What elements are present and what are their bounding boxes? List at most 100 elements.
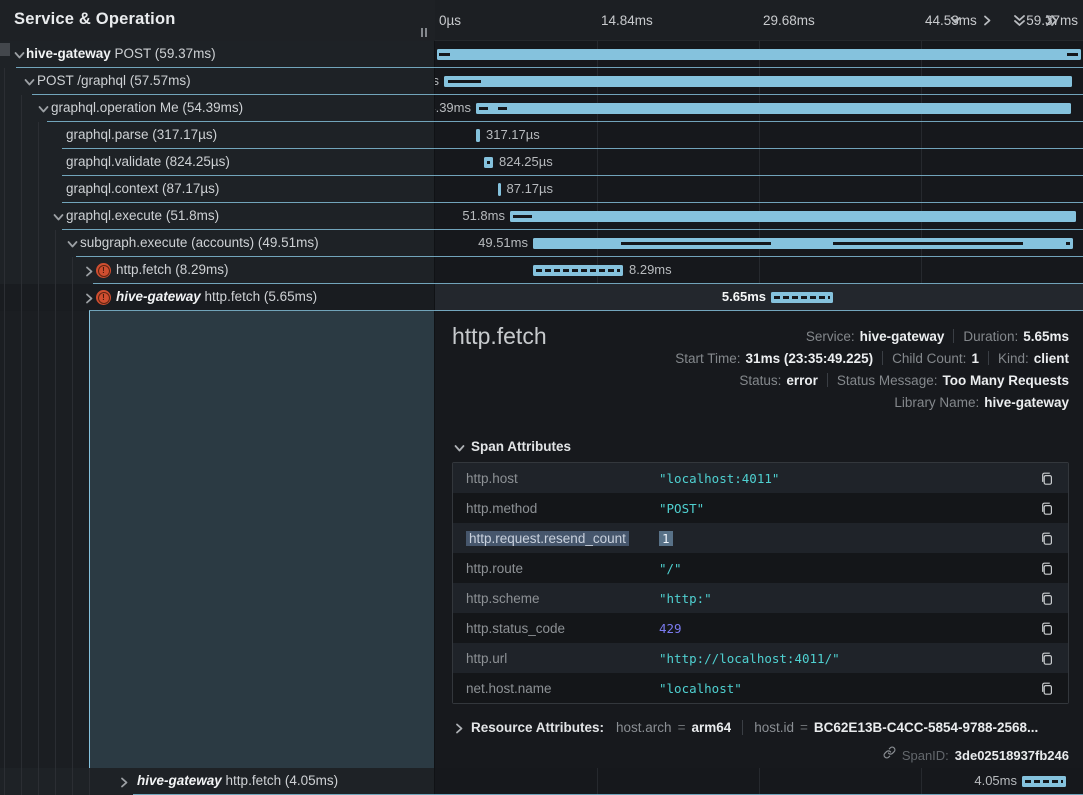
chevron-right-icon[interactable] bbox=[117, 775, 129, 787]
span-tree-row[interactable]: hive-gateway http.fetch (4.05ms) bbox=[0, 768, 434, 795]
selected-text: 1 bbox=[659, 531, 673, 546]
collapse-one-icon[interactable] bbox=[948, 13, 963, 28]
collapse-all-icon[interactable] bbox=[1012, 13, 1027, 28]
attribute-value: 429 bbox=[659, 621, 1026, 636]
span-tree-row[interactable]: graphql.execute (51.8ms) bbox=[0, 203, 434, 230]
tree-guide bbox=[4, 311, 5, 768]
span-bar[interactable] bbox=[476, 103, 1071, 114]
copy-icon[interactable] bbox=[1026, 651, 1068, 666]
attribute-row: http.route"/" bbox=[453, 553, 1068, 583]
meta-value: 31ms (23:35:49.225) bbox=[746, 351, 874, 366]
error-icon: ! bbox=[96, 263, 111, 278]
resource-attributes-label: Resource Attributes: bbox=[471, 720, 604, 735]
chevron-down-icon[interactable] bbox=[36, 102, 48, 114]
tree-guide bbox=[72, 284, 73, 311]
chevron-down-icon[interactable] bbox=[12, 48, 24, 60]
span-bar[interactable] bbox=[771, 292, 833, 303]
span-bar[interactable] bbox=[533, 265, 623, 276]
resource-key: host.id bbox=[754, 720, 794, 735]
copy-icon[interactable] bbox=[1026, 681, 1068, 696]
waterfall-row[interactable]: 824.25µs bbox=[435, 149, 1083, 176]
expand-one-icon[interactable] bbox=[980, 13, 995, 28]
span-tree-row[interactable]: graphql.context (87.17µs) bbox=[0, 176, 434, 203]
chevron-down-icon[interactable] bbox=[22, 75, 34, 87]
child-span-mark bbox=[498, 107, 507, 110]
tree-guide bbox=[21, 95, 22, 122]
span-bar[interactable] bbox=[533, 238, 1073, 249]
span-row-label: graphql.context (87.17µs) bbox=[66, 181, 432, 196]
child-span-mark bbox=[513, 215, 532, 218]
meta-label: Duration: bbox=[963, 329, 1018, 344]
copy-icon[interactable] bbox=[1026, 471, 1068, 486]
span-bar[interactable] bbox=[444, 76, 1072, 87]
copy-icon[interactable] bbox=[1026, 561, 1068, 576]
span-duration-label: 8.29ms bbox=[629, 262, 672, 277]
span-duration-label: 54.39ms bbox=[435, 100, 471, 115]
link-icon[interactable] bbox=[883, 746, 896, 764]
resource-value: BC62E13B-C4CC-5854-9788-2568... bbox=[814, 720, 1038, 735]
tree-guide bbox=[55, 257, 56, 284]
meta-separator bbox=[882, 351, 883, 365]
copy-icon[interactable] bbox=[1026, 621, 1068, 636]
panel-resize-handle[interactable] bbox=[421, 28, 431, 38]
meta-value: hive-gateway bbox=[984, 395, 1069, 410]
tree-guide bbox=[72, 768, 73, 795]
tree-guide bbox=[72, 257, 73, 284]
span-tree-row[interactable]: graphql.parse (317.17µs) bbox=[0, 122, 434, 149]
chevron-right-icon[interactable] bbox=[82, 291, 94, 303]
waterfall-row[interactable]: 4.05ms bbox=[435, 768, 1083, 795]
chevron-down-icon[interactable] bbox=[65, 237, 77, 249]
resource-attributes-section[interactable]: Resource Attributes: host.arch=arm64 host… bbox=[452, 715, 1069, 739]
span-service-name: hive-gateway bbox=[26, 46, 111, 61]
span-service-name: hive-gateway bbox=[116, 289, 201, 304]
span-row-underline bbox=[62, 175, 1083, 176]
waterfall-row[interactable]: 49.51ms bbox=[435, 230, 1083, 257]
span-row-underline bbox=[62, 202, 1083, 203]
span-duration-label: 317.17µs bbox=[486, 127, 540, 142]
span-row-label: graphql.validate (824.25µs) bbox=[66, 154, 432, 169]
span-tree-row[interactable]: graphql.validate (824.25µs) bbox=[0, 149, 434, 176]
span-tree-row[interactable]: !hive-gateway http.fetch (5.65ms) bbox=[0, 284, 434, 311]
expand-all-icon[interactable] bbox=[1044, 13, 1059, 28]
tree-guide bbox=[72, 311, 73, 768]
tree-guide bbox=[55, 311, 56, 768]
span-tree-row[interactable]: POST /graphql (57.57ms) bbox=[0, 68, 434, 95]
span-bar[interactable] bbox=[1022, 776, 1066, 787]
waterfall-row[interactable]: 87.17µs bbox=[435, 176, 1083, 203]
span-tree-row[interactable]: graphql.operation Me (54.39ms) bbox=[0, 95, 434, 122]
span-attributes-section[interactable]: Span Attributes bbox=[452, 439, 571, 454]
span-tree-row[interactable]: hive-gateway POST (59.37ms) bbox=[0, 41, 434, 68]
tree-guide bbox=[89, 768, 90, 795]
span-bar[interactable] bbox=[510, 211, 1076, 222]
waterfall-row[interactable]: 5.65ms bbox=[435, 284, 1083, 311]
tree-guide bbox=[38, 122, 39, 149]
copy-icon[interactable] bbox=[1026, 591, 1068, 606]
child-span-mark bbox=[621, 242, 771, 245]
waterfall-row[interactable] bbox=[435, 41, 1083, 68]
resource-attribute: host.id=BC62E13B-C4CC-5854-9788-2568... bbox=[754, 720, 1038, 735]
span-bar[interactable] bbox=[476, 129, 480, 142]
waterfall-row[interactable]: 317.17µs bbox=[435, 122, 1083, 149]
span-bar[interactable] bbox=[498, 183, 501, 196]
tree-guide bbox=[4, 257, 5, 284]
span-tree-row[interactable]: !http.fetch (8.29ms) bbox=[0, 257, 434, 284]
waterfall-row[interactable]: 8.29ms bbox=[435, 257, 1083, 284]
meta-value: error bbox=[786, 373, 818, 388]
tree-guide bbox=[21, 311, 22, 768]
span-bar[interactable] bbox=[484, 157, 493, 168]
copy-icon[interactable] bbox=[1026, 501, 1068, 516]
copy-icon[interactable] bbox=[1026, 531, 1068, 546]
chevron-down-icon[interactable] bbox=[51, 210, 63, 222]
resource-attribute: host.arch=arm64 bbox=[616, 720, 731, 735]
tree-header-actions bbox=[948, 13, 1059, 28]
span-row-label: subgraph.execute (accounts) (49.51ms) bbox=[80, 235, 432, 250]
chevron-down-icon bbox=[452, 441, 464, 453]
waterfall-row[interactable]: 54.39ms bbox=[435, 95, 1083, 122]
tree-guide bbox=[38, 768, 39, 795]
attribute-key: http.scheme bbox=[453, 591, 659, 606]
chevron-right-icon[interactable] bbox=[82, 264, 94, 276]
span-bar[interactable] bbox=[437, 49, 1081, 60]
waterfall-row[interactable]: 51.8ms bbox=[435, 203, 1083, 230]
waterfall-row[interactable]: 57.57ms bbox=[435, 68, 1083, 95]
span-tree-row[interactable]: subgraph.execute (accounts) (49.51ms) bbox=[0, 230, 434, 257]
